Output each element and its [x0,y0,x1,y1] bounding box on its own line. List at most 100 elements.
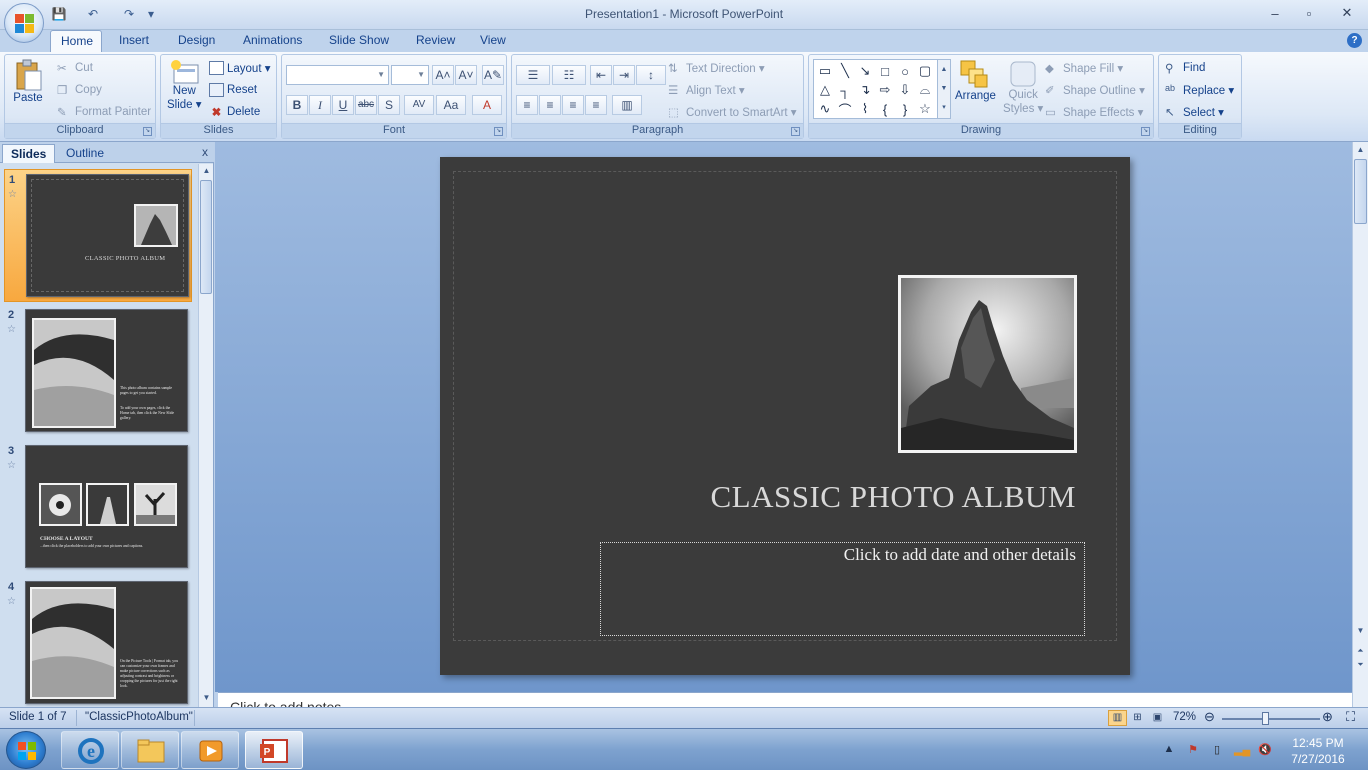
text-direction-button[interactable]: ⇅ Text Direction ▾ [668,61,765,75]
rectangle-shape-icon[interactable]: □ [876,62,894,80]
arc-shape-icon[interactable]: ⌒ [836,100,854,118]
zoom-slider-thumb[interactable] [1262,712,1270,725]
replace-button[interactable]: ab Replace ▾ [1165,83,1234,97]
previous-slide-icon[interactable]: ⏶ [1355,646,1366,658]
justify-button[interactable]: ≡ [585,95,607,115]
volume-muted-icon[interactable]: 🔇 [1258,743,1272,757]
slide-show-icon[interactable]: ▣ [1148,710,1167,726]
layout-button[interactable]: Layout ▾ [209,61,271,75]
delete-button[interactable]: ✖ Delete [209,105,261,119]
slide-thumbnail-3[interactable]: 3 ☆ CHOOSE A LAYOUT ...then click the pl… [4,441,192,574]
start-button[interactable] [6,731,46,769]
shrink-font-button[interactable]: A˅ [455,65,477,85]
tab-home[interactable]: Home [50,30,102,52]
system-clock[interactable]: 12:45 PM 7/27/2016 [1283,735,1353,767]
zoom-slider[interactable] [1222,718,1320,720]
zoom-level[interactable]: 72% [1173,711,1196,723]
tab-slides[interactable]: Slides [2,144,56,163]
bullets-button[interactable]: ☰ [516,65,550,85]
tab-view[interactable]: View [470,30,516,52]
fit-to-window-icon[interactable]: ⛶ [1346,709,1355,725]
font-family-select[interactable]: ▼ [286,65,389,85]
align-right-button[interactable]: ≡ [562,95,584,115]
notes-pane[interactable]: Click to add notes [218,692,1352,707]
dialog-launcher-icon[interactable]: ↘ [791,127,800,136]
reset-button[interactable]: Reset [209,83,257,97]
new-slide-button[interactable]: New Slide ▾ [167,59,202,111]
taskbar-powerpoint[interactable]: P [245,731,303,769]
slide-title[interactable]: CLASSIC PHOTO ALBUM [670,479,1076,515]
slide-photo[interactable] [898,275,1077,453]
tab-slide-show[interactable]: Slide Show [319,30,399,52]
arrange-button[interactable]: Arrange [955,59,996,102]
tab-outline[interactable]: Outline [58,144,112,163]
strikethrough-button[interactable]: abc [355,95,377,115]
slide-scrollbar[interactable]: ▲ ▼ ⏶ ⏷ [1352,142,1368,707]
shapes-gallery[interactable]: ▭ ╲ ↘ □ ○ ▢ △ ┐ ↴ ⇨ ⇩ ⌓ ∿ ⌒ ⌇ { } ☆ ▲ ▼ ▾ [813,59,951,119]
action-center-flag-icon[interactable]: ⚑ [1186,743,1200,757]
dialog-launcher-icon[interactable]: ↘ [143,127,152,136]
wave-shape-icon[interactable]: ⌇ [856,100,874,118]
show-hidden-icons[interactable]: ▲ [1162,743,1176,757]
right-arrow-shape-icon[interactable]: ⇨ [876,81,894,99]
next-slide-icon[interactable]: ⏷ [1355,660,1366,672]
align-text-button[interactable]: ☰ Align Text ▾ [668,83,745,97]
paste-button[interactable]: Paste [13,59,43,104]
subtitle-placeholder[interactable]: Click to add date and other details [600,542,1085,636]
right-brace-shape-icon[interactable]: } [896,100,914,118]
elbow-connector-shape-icon[interactable]: ┐ [836,81,854,99]
down-arrow-shape-icon[interactable]: ⇩ [896,81,914,99]
tab-insert[interactable]: Insert [109,30,159,52]
scroll-down-icon[interactable]: ▼ [1355,626,1366,638]
battery-icon[interactable]: ▯ [1210,743,1224,757]
scroll-thumb[interactable] [1354,159,1367,224]
triangle-shape-icon[interactable]: △ [816,81,834,99]
line-spacing-button[interactable]: ↕ [636,65,666,85]
help-icon[interactable]: ? [1347,33,1362,48]
cut-button[interactable]: ✂ Cut [57,61,93,75]
clear-formatting-button[interactable]: A✎ [482,65,504,85]
format-painter-button[interactable]: ✎ Format Painter [57,105,151,119]
elbow-arrow-shape-icon[interactable]: ↴ [856,81,874,99]
normal-view-icon[interactable]: ▥ [1108,710,1127,726]
change-case-button[interactable]: Aa [436,95,466,115]
line-shape-icon[interactable]: ╲ [836,62,854,80]
character-spacing-button[interactable]: AV [404,95,434,115]
taskbar-internet-explorer[interactable]: e [61,731,119,769]
tab-animations[interactable]: Animations [233,30,312,52]
scroll-up-icon[interactable]: ▲ [1355,145,1366,157]
shape-effects-button[interactable]: ▭ Shape Effects ▾ [1045,105,1143,119]
network-signal-icon[interactable]: ▂▄ [1234,743,1250,757]
current-slide[interactable]: CLASSIC PHOTO ALBUM Click to add date an… [440,157,1130,675]
convert-smartart-button[interactable]: ⬚ Convert to SmartArt ▾ [668,105,797,119]
center-button[interactable]: ≡ [539,95,561,115]
maximize-button[interactable]: ▫ [1292,0,1326,26]
shape-fill-button[interactable]: ◆ Shape Fill ▾ [1045,61,1123,75]
arrow-line-shape-icon[interactable]: ↘ [856,62,874,80]
slide-thumbnail-4[interactable]: 4 ☆ On the Picture Tools | Format tab, y… [4,577,192,710]
gallery-scroll[interactable]: ▲ ▼ ▾ [937,60,950,118]
slide-thumbnail-1[interactable]: 1 ☆ CLASSIC PHOTO ALBUM [4,169,192,302]
textbox-shape-icon[interactable]: ▭ [816,62,834,80]
star-shape-icon[interactable]: ☆ [916,100,934,118]
dialog-launcher-icon[interactable]: ↘ [1141,127,1150,136]
minimize-button[interactable]: – [1258,0,1292,26]
scroll-down-icon[interactable]: ▼ [201,693,212,705]
copy-button[interactable]: ❐ Copy [57,83,102,97]
curve-shape-icon[interactable]: ∿ [816,100,834,118]
oval-shape-icon[interactable]: ○ [896,62,914,80]
scroll-thumb[interactable] [200,180,212,294]
columns-button[interactable]: ▥ [612,95,642,115]
rounded-rect-shape-icon[interactable]: ▢ [916,62,934,80]
tab-design[interactable]: Design [168,30,225,52]
thumbnail-scrollbar[interactable]: ▲ ▼ [198,164,213,707]
shape-outline-button[interactable]: ✐ Shape Outline ▾ [1045,83,1145,97]
bold-button[interactable]: B [286,95,308,115]
freeform-shape-icon[interactable]: ⌓ [916,81,934,99]
align-left-button[interactable]: ≡ [516,95,538,115]
slide-sorter-icon[interactable]: ⊞ [1128,710,1147,726]
italic-button[interactable]: I [309,95,331,115]
increase-indent-button[interactable]: ⇥ [613,65,635,85]
close-pane-icon[interactable]: x [202,145,208,159]
close-button[interactable]: ✕ [1326,0,1368,26]
